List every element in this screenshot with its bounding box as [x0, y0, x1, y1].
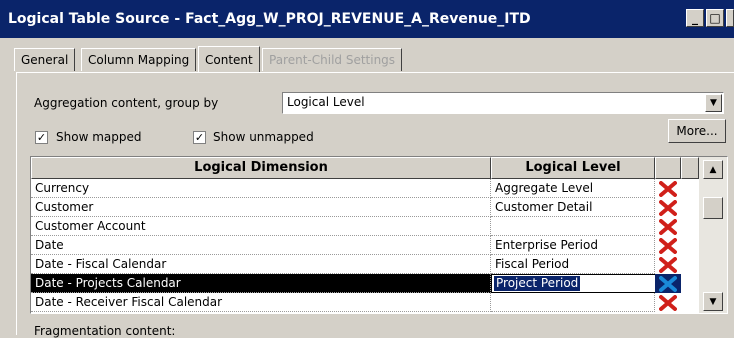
level-cell[interactable]: [491, 293, 655, 312]
scroll-thumb[interactable]: [703, 197, 723, 219]
level-cell[interactable]: [491, 217, 655, 236]
aggregation-label: Aggregation content, group by: [34, 96, 219, 110]
dropdown-arrow-icon[interactable]: ▼: [705, 94, 722, 112]
table-row[interactable]: Customer Customer Detail: [31, 198, 699, 217]
window-title: Logical Table Source - Fact_Agg_W_PROJ_R…: [8, 11, 531, 27]
dimension-cell[interactable]: Customer Account: [31, 217, 491, 236]
table-row[interactable]: Customer Account: [31, 217, 699, 236]
minimize-button[interactable]: _: [686, 9, 704, 27]
tab-general-label: General: [21, 53, 69, 67]
header-delete: [655, 157, 681, 179]
dimension-cell[interactable]: Date: [31, 236, 491, 255]
level-cell[interactable]: Customer Detail: [491, 198, 655, 217]
dimension-cell[interactable]: Date - Projects Calendar: [31, 274, 491, 293]
fragmentation-label: Fragmentation content:: [34, 324, 176, 338]
show-unmapped-checkbox[interactable]: ✓: [193, 131, 206, 144]
level-cell[interactable]: Fiscal Period: [491, 255, 655, 274]
header-logical-level[interactable]: Logical Level: [491, 157, 655, 179]
tab-general[interactable]: General: [14, 48, 76, 71]
maximize-icon: □: [709, 11, 721, 25]
checkmark-icon: ✓: [36, 131, 47, 144]
aggregation-value: Logical Level: [287, 95, 365, 109]
title-bar: Logical Table Source - Fact_Agg_W_PROJ_R…: [0, 0, 734, 38]
header-logical-dimension[interactable]: Logical Dimension: [31, 157, 491, 179]
delete-x-icon[interactable]: [655, 274, 681, 293]
delete-x-icon[interactable]: [655, 255, 681, 274]
table-row[interactable]: Date - Fiscal Calendar Fiscal Period: [31, 255, 699, 274]
level-cell[interactable]: Aggregate Level: [491, 179, 655, 198]
table-row[interactable]: Date Enterprise Period: [31, 236, 699, 255]
minimize-icon: _: [692, 11, 698, 25]
scroll-down-icon[interactable]: ▼: [703, 292, 723, 311]
table-row[interactable]: Currency Aggregate Level: [31, 179, 699, 198]
more-button[interactable]: More...: [668, 119, 726, 143]
tab-parent-child-settings: Parent-Child Settings: [262, 48, 403, 71]
show-unmapped-label: Show unmapped: [213, 130, 314, 144]
scroll-up-icon[interactable]: ▲: [703, 160, 723, 179]
delete-x-icon[interactable]: [655, 236, 681, 255]
delete-x-icon[interactable]: [655, 217, 681, 236]
dimension-cell[interactable]: Date - Fiscal Calendar: [31, 255, 491, 274]
header-spacer: [681, 157, 699, 179]
dimension-cell[interactable]: Customer: [31, 198, 491, 217]
tab-column-mapping[interactable]: Column Mapping: [81, 48, 197, 71]
tab-content[interactable]: Content: [198, 46, 260, 72]
dimension-grid: Logical Dimension Logical Level Currency…: [30, 156, 728, 314]
delete-x-icon[interactable]: [655, 179, 681, 198]
level-cell[interactable]: Enterprise Period: [491, 236, 655, 255]
table-row-selected[interactable]: Date - Projects Calendar Project Period …: [31, 274, 699, 293]
close-button[interactable]: [726, 9, 734, 27]
show-mapped-checkbox[interactable]: ✓: [35, 131, 48, 144]
level-select[interactable]: Project Period ▼: [491, 274, 675, 293]
dimension-cell[interactable]: Currency: [31, 179, 491, 198]
level-cell[interactable]: Project Period ▼: [491, 274, 675, 293]
tab-content-label: Content: [205, 53, 253, 67]
delete-x-icon[interactable]: [655, 198, 681, 217]
tab-parent-child-settings-label: Parent-Child Settings: [269, 53, 396, 67]
maximize-button[interactable]: □: [706, 9, 724, 27]
show-mapped-label: Show mapped: [56, 130, 142, 144]
checkmark-icon: ✓: [194, 131, 205, 144]
dimension-cell[interactable]: Date - Receiver Fiscal Calendar: [31, 293, 491, 312]
aggregation-select[interactable]: Logical Level ▼: [282, 92, 724, 114]
delete-x-icon[interactable]: [655, 293, 681, 312]
level-select-value: Project Period: [494, 276, 581, 291]
table-row[interactable]: Date - Receiver Fiscal Calendar: [31, 293, 699, 312]
vertical-scrollbar[interactable]: ▲ ▼: [699, 157, 727, 313]
tab-column-mapping-label: Column Mapping: [88, 53, 190, 67]
